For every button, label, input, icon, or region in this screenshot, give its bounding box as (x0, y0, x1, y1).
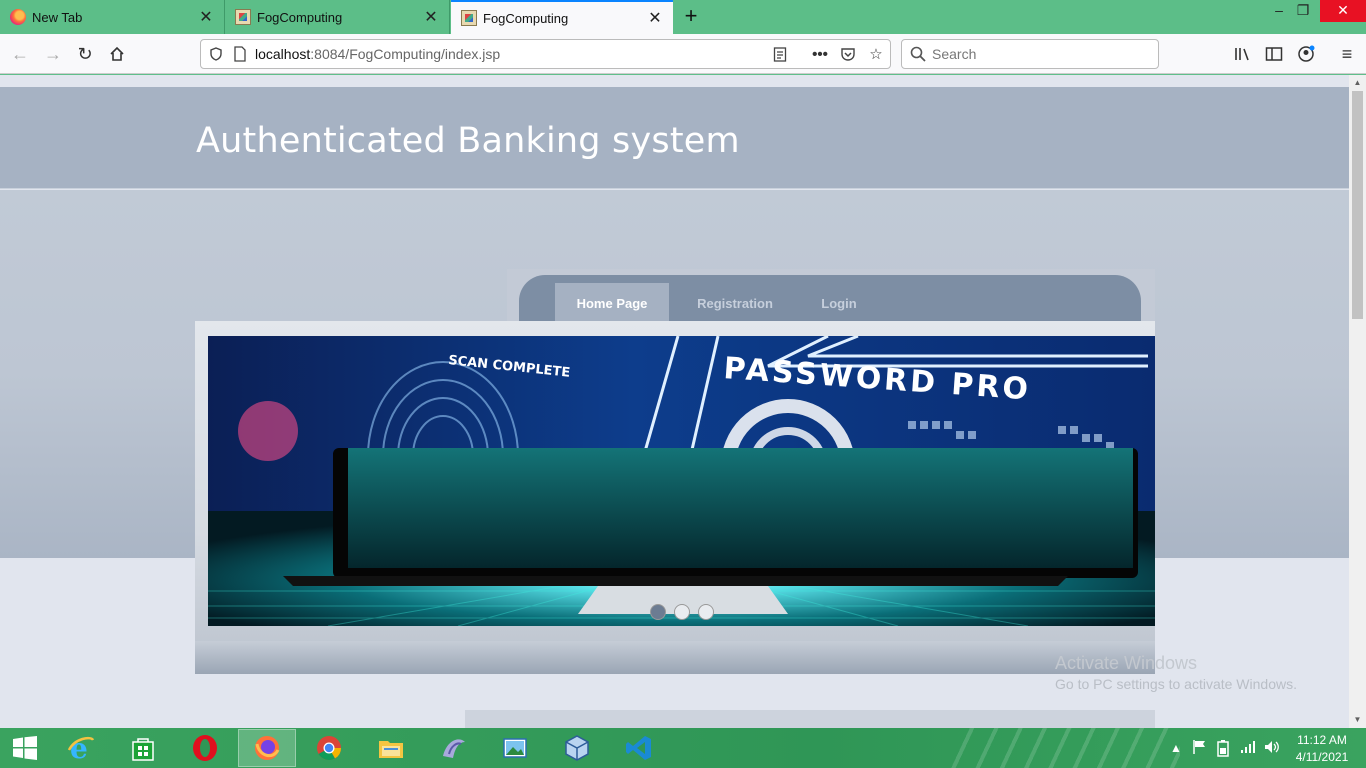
menu-login[interactable]: Login (805, 283, 873, 325)
sidebar-icon[interactable] (1260, 40, 1288, 68)
forward-button[interactable]: → (39, 40, 67, 68)
slider-shadow (195, 641, 1155, 674)
new-tab-button[interactable]: + (678, 5, 704, 29)
reload-button[interactable]: ↻ (71, 40, 99, 68)
slider-dot[interactable] (674, 604, 690, 620)
taskbar-opera[interactable] (176, 729, 234, 767)
content-box (465, 710, 1155, 728)
more-actions-icon[interactable]: ••• (809, 44, 831, 64)
flag-icon[interactable] (1192, 739, 1208, 758)
taskbar-vscode[interactable] (610, 729, 668, 767)
navigation-toolbar: ← → ↻ localhost:8084/FogComputing/index.… (0, 34, 1366, 74)
library-icon[interactable] (1229, 40, 1257, 68)
scroll-up-arrow-icon[interactable]: ▲ (1349, 75, 1366, 91)
vscode-icon (626, 736, 651, 760)
activate-windows-subtitle: Go to PC settings to activate Windows. (1055, 676, 1297, 692)
network-signal-icon[interactable] (1240, 740, 1256, 757)
tab-fogcomputing-2[interactable]: FogComputing ✕ (451, 0, 673, 34)
page-icon (461, 10, 477, 26)
main-menu: Home Page Registration Login (507, 269, 1155, 325)
vertical-scrollbar[interactable]: ▲ ▼ (1349, 75, 1366, 728)
slider-dot[interactable] (698, 604, 714, 620)
opera-icon (193, 735, 217, 761)
taskbar-virtualbox[interactable] (548, 729, 606, 767)
site-header: Authenticated Banking system (0, 87, 1349, 189)
taskbar-chrome[interactable] (300, 729, 358, 767)
search-input[interactable] (932, 46, 1142, 62)
firefox-icon (10, 9, 26, 25)
close-icon[interactable]: ✕ (198, 9, 214, 26)
tray-expand-icon[interactable]: ▲ (1170, 741, 1182, 755)
search-icon (910, 46, 926, 62)
taskbar-decoration (950, 728, 1180, 768)
taskbar-store[interactable] (114, 729, 172, 767)
tab-title: FogComputing (257, 9, 343, 25)
taskbar-file-explorer[interactable] (362, 729, 420, 767)
internet-explorer-icon: e (67, 734, 95, 762)
shield-icon (210, 47, 222, 61)
scroll-down-arrow-icon[interactable]: ▼ (1349, 712, 1366, 728)
account-icon[interactable] (1292, 40, 1320, 68)
pocket-icon[interactable] (837, 44, 859, 64)
tab-fogcomputing-1[interactable]: FogComputing ✕ (225, 0, 450, 34)
page-info-icon[interactable] (233, 46, 247, 62)
scroll-thumb[interactable] (1352, 91, 1363, 319)
url-host: localhost (255, 46, 311, 62)
window-close-button[interactable]: ✕ (1320, 0, 1366, 22)
tab-title: FogComputing (483, 10, 569, 26)
tab-title: New Tab (32, 9, 83, 25)
slide-image: SCAN COMPLETE PASSWORD PRO (208, 336, 1155, 626)
slider-dots (650, 604, 714, 620)
taskbar-photos[interactable] (486, 729, 544, 767)
home-icon (110, 46, 124, 61)
file-explorer-icon (379, 741, 403, 758)
activate-windows-title: Activate Windows (1055, 653, 1198, 673)
photos-icon (503, 738, 527, 758)
menu-home-page[interactable]: Home Page (555, 283, 669, 325)
store-icon (132, 738, 154, 761)
slide-graphic: SCAN COMPLETE PASSWORD PRO (208, 336, 1155, 626)
box-icon (565, 735, 589, 761)
windows-logo-icon (13, 736, 37, 760)
search-bar[interactable] (901, 39, 1159, 69)
chrome-icon (317, 736, 341, 761)
menu-registration[interactable]: Registration (683, 283, 787, 325)
back-button[interactable]: ← (6, 40, 34, 68)
tab-new-tab[interactable]: New Tab ✕ (0, 0, 225, 34)
taskbar-firefox[interactable] (238, 729, 296, 767)
home-button[interactable] (103, 40, 131, 68)
page-icon (235, 9, 251, 25)
taskbar: e ▲ 11:12 AM 4/11/2021 (0, 728, 1366, 768)
menu-bar: Home Page Registration Login (519, 275, 1141, 325)
url-bar[interactable]: localhost:8084/FogComputing/index.jsp ••… (200, 39, 891, 69)
url-text: localhost:8084/FogComputing/index.jsp (255, 46, 500, 62)
menu-icon[interactable]: ≡ (1333, 40, 1361, 68)
bookmark-star-icon[interactable]: ☆ (865, 44, 887, 64)
battery-icon[interactable] (1216, 739, 1230, 760)
clock-time[interactable]: 11:12 AM (1296, 733, 1348, 747)
restore-button[interactable]: ❐ (1288, 0, 1318, 22)
slider-dot[interactable] (650, 604, 666, 620)
start-button[interactable] (0, 728, 50, 768)
tab-bar: New Tab ✕ FogComputing ✕ FogComputing ✕ … (0, 0, 1366, 34)
volume-icon[interactable] (1264, 739, 1280, 758)
site-title: Authenticated Banking system (196, 121, 740, 161)
close-icon[interactable]: ✕ (647, 10, 663, 27)
reader-view-icon[interactable] (769, 44, 791, 64)
firefox-icon (255, 736, 280, 760)
netbeans-icon (443, 739, 465, 758)
url-path: :8084/FogComputing/index.jsp (310, 46, 501, 62)
close-icon[interactable]: ✕ (423, 9, 439, 26)
taskbar-internet-explorer[interactable]: e (52, 729, 110, 767)
clock-date[interactable]: 4/11/2021 (1292, 750, 1352, 764)
page-viewport: Authenticated Banking system Home Page R… (0, 75, 1349, 728)
image-slider: SCAN COMPLETE PASSWORD PRO (195, 321, 1155, 674)
taskbar-netbeans[interactable] (424, 729, 482, 767)
